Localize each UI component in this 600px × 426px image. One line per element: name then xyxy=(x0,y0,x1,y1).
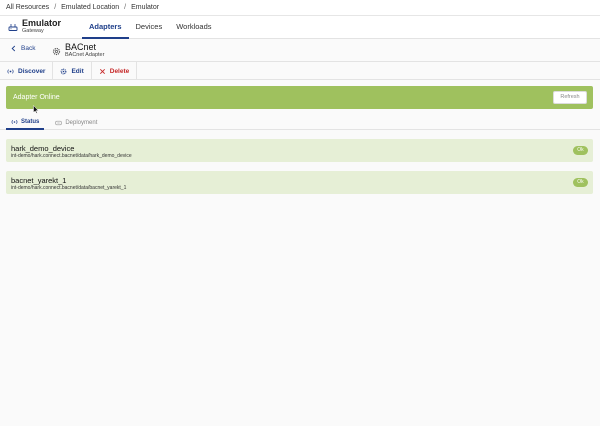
device-name: bacnet_yarekt_1 xyxy=(11,176,67,185)
tab-workloads[interactable]: Workloads xyxy=(169,16,218,39)
refresh-button[interactable]: Refresh xyxy=(553,91,587,104)
breadcrumb-emulated-location[interactable]: Emulated Location xyxy=(61,4,119,11)
delete-label: Delete xyxy=(109,67,130,75)
list-item[interactable]: bacnet_yarekt_1 int-demo/hark.connect.ba… xyxy=(6,171,593,194)
device-path: int-demo/hark.connect.bacnet/data/bacnet… xyxy=(11,185,127,191)
breadcrumb-separator: / xyxy=(124,4,127,11)
tab-devices[interactable]: Devices xyxy=(129,16,170,39)
tab-deployment-label: Deployment xyxy=(65,119,98,126)
action-bar: Discover Edit Delete xyxy=(0,62,600,80)
adapter-header: Back BACnet BACnet Adapter xyxy=(0,39,600,62)
broadcast-icon xyxy=(11,119,18,124)
breadcrumb-emulator: Emulator xyxy=(131,4,160,11)
page: All Resources / Emulated Location / Emul… xyxy=(0,0,600,426)
mouse-cursor-icon xyxy=(33,105,39,114)
gateway-brand: Emulator Gateway xyxy=(8,19,61,35)
status-badge: Ok xyxy=(573,146,588,155)
main-tabs: Adapters Devices Workloads xyxy=(82,16,219,39)
adapter-gear-icon xyxy=(52,47,61,55)
close-icon xyxy=(99,68,105,74)
discover-button[interactable]: Discover xyxy=(0,62,54,80)
tab-status-label: Status xyxy=(21,118,40,125)
gateway-icon xyxy=(8,24,18,31)
delete-button[interactable]: Delete xyxy=(92,62,138,80)
adapter-status-banner: Adapter Online Refresh xyxy=(6,86,593,109)
broadcast-icon xyxy=(7,68,14,74)
adapter-type: BACnet Adapter xyxy=(65,52,105,58)
chevron-left-icon xyxy=(11,45,16,52)
list-item[interactable]: hark_demo_device int-demo/hark.connect.b… xyxy=(6,139,593,162)
tab-adapters[interactable]: Adapters xyxy=(82,16,129,39)
edit-button[interactable]: Edit xyxy=(53,62,92,80)
status-badge: Ok xyxy=(573,178,588,187)
tab-deployment[interactable]: Deployment xyxy=(50,115,102,130)
adapter-status-text: Adapter Online xyxy=(13,94,60,101)
tab-status[interactable]: Status xyxy=(6,115,45,130)
deployment-icon xyxy=(55,120,62,125)
discover-label: Discover xyxy=(18,67,46,75)
adapter-subtabs: Status Deployment xyxy=(0,115,600,130)
edit-label: Edit xyxy=(71,67,84,75)
device-path: int-demo/hark.connect.bacnet/data/hark_d… xyxy=(11,153,132,159)
device-name: hark_demo_device xyxy=(11,144,75,153)
adapter-name: BACnet xyxy=(65,42,97,52)
breadcrumb-separator: / xyxy=(54,4,57,11)
gear-icon xyxy=(61,68,67,74)
breadcrumb-all-resources[interactable]: All Resources xyxy=(6,4,49,11)
back-button[interactable]: Back xyxy=(10,45,35,52)
gateway-title: Emulator xyxy=(22,18,62,28)
breadcrumb: All Resources / Emulated Location / Emul… xyxy=(0,0,600,16)
gateway-header: Emulator Gateway Adapters Devices Worklo… xyxy=(0,16,600,39)
adapter-title-block: BACnet BACnet Adapter xyxy=(52,43,104,59)
back-label: Back xyxy=(21,45,36,52)
gateway-subtitle: Gateway xyxy=(22,28,44,34)
